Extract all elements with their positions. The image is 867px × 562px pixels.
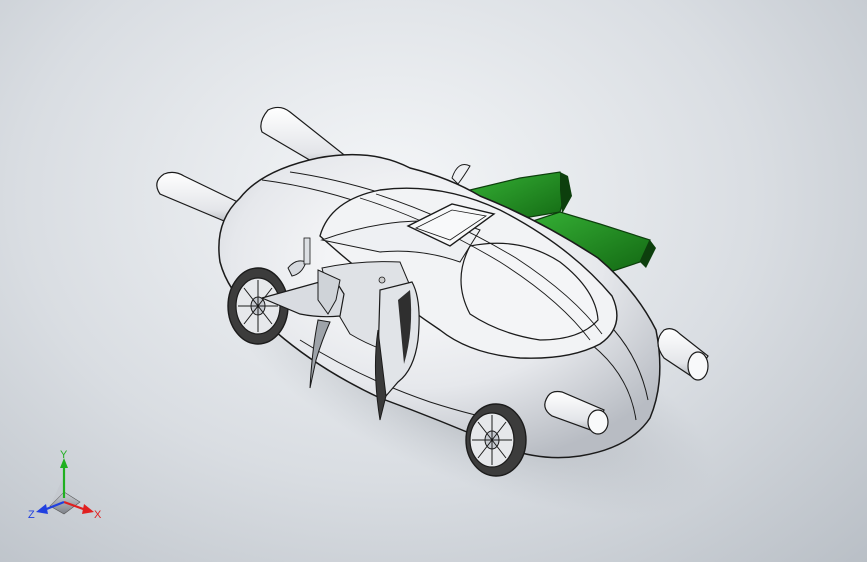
y-axis-label: Y: [60, 449, 68, 461]
axis-triad[interactable]: Y X Z: [22, 446, 106, 530]
z-axis-label: Z: [28, 509, 35, 521]
wheel-front-left[interactable]: [227, 267, 289, 345]
x-axis-label: X: [94, 509, 102, 521]
rear-thruster-right[interactable]: [657, 328, 709, 381]
wheel-rear-left[interactable]: [465, 403, 527, 477]
car-model[interactable]: [0, 0, 867, 562]
3d-viewport[interactable]: Y X Z: [0, 0, 867, 562]
